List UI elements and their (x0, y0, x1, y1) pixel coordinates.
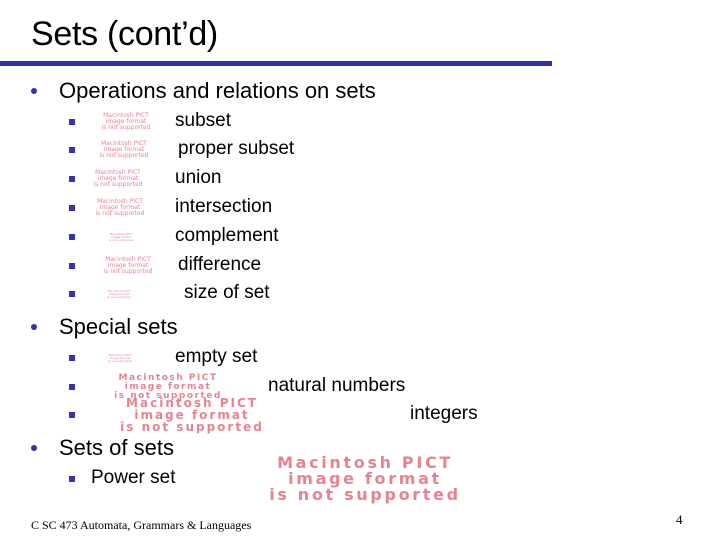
bullet-square (69, 176, 75, 182)
unsupported-image-placeholder: Macintosh PICT image format is not support… (104, 289, 134, 299)
placeholder-text-line: is not supported (99, 152, 149, 159)
bullet-square (69, 119, 75, 125)
item-label: union (175, 167, 222, 188)
placeholder-text-line: is not supported (93, 181, 143, 188)
unsupported-image-placeholder: Macintosh PICT image format is not support… (108, 232, 134, 242)
bullet-dot (31, 445, 37, 451)
unsupported-image-placeholder: Macintosh PICT image format is not support… (104, 353, 136, 363)
bullet-square (69, 291, 75, 297)
item-label: empty set (175, 346, 258, 367)
section-label: Special sets (59, 314, 178, 339)
placeholder-text-line: is not supported (120, 420, 264, 434)
unsupported-image-placeholder: Macintosh PICT image format is not support… (92, 257, 164, 275)
placeholder-text-line: is not supported (101, 124, 151, 131)
bullet-dot (31, 88, 37, 94)
bullet-square (69, 205, 75, 211)
item-label: difference (178, 254, 262, 275)
bullet-square (69, 234, 75, 240)
placeholder-text-line: is not supported (107, 358, 133, 363)
bullet-square (69, 147, 75, 153)
bullet-square (69, 384, 75, 390)
slide-title: Sets (cont’d) (31, 15, 218, 53)
item-label: proper subset (178, 138, 295, 159)
bullet-square (69, 476, 75, 482)
unsupported-image-placeholder: Macintosh PICT image format is not support… (102, 397, 282, 433)
bullet-square (69, 412, 75, 418)
placeholder-text-line: is not supported (106, 294, 132, 299)
unsupported-image-placeholder: Macintosh PICT image format is not support… (80, 170, 156, 188)
item-label: size of set (184, 282, 270, 303)
item-label: subset (175, 110, 231, 131)
unsupported-image-placeholder: Macintosh PICT image format is not support… (82, 199, 158, 217)
unsupported-image-placeholder: Macintosh PICT image format is not support… (92, 113, 160, 131)
bullet-dot (31, 324, 37, 330)
unsupported-image-placeholder: Macintosh PICT image format is not support… (180, 455, 550, 503)
item-label: complement (175, 225, 279, 246)
item-label: intersection (175, 196, 273, 217)
item-label: natural numbers (268, 375, 406, 396)
unsupported-image-placeholder: Macintosh PICT image format is not support… (85, 141, 163, 159)
placeholder-text-line: is not supported (95, 210, 145, 217)
item-label: Power set (91, 467, 176, 488)
footer-course: C SC 473 Automata, Grammars & Languages (31, 518, 252, 532)
section-label: Sets of sets (59, 435, 174, 460)
placeholder-text-line: is not supported (103, 268, 153, 275)
bullet-square (69, 263, 75, 269)
placeholder-text-line: is not supported (269, 485, 461, 504)
page-number: 4 (676, 512, 683, 527)
bullet-square (69, 355, 75, 361)
title-underline (0, 61, 552, 66)
placeholder-text-line: is not supported (108, 237, 134, 242)
section-label: Operations and relations on sets (59, 78, 376, 103)
item-label: integers (410, 403, 478, 424)
